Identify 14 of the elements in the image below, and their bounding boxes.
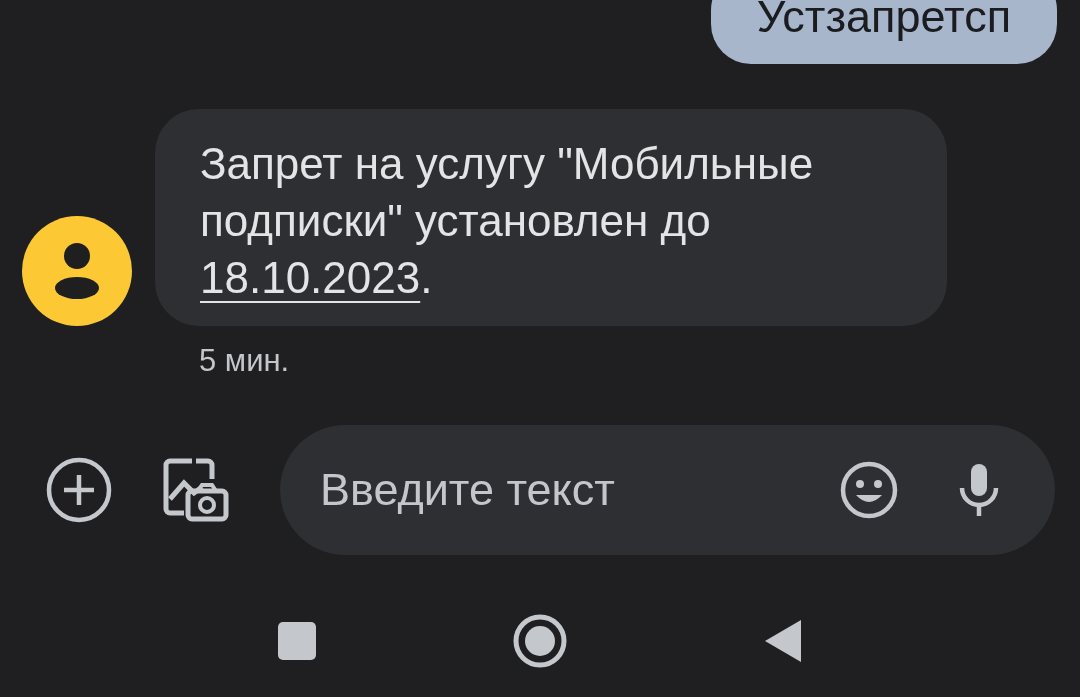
gallery-icon[interactable] [162,456,230,523]
received-message: Запрет на услугу "Мобильные подписки" установлен до 18.10.2023. [200,138,815,304]
home-icon[interactable] [512,612,568,669]
message-field[interactable]: Введите текст [320,455,840,524]
avatar[interactable] [22,216,132,326]
recents-icon[interactable] [277,620,317,661]
add-icon[interactable] [46,456,112,523]
emoji-icon[interactable] [840,460,898,519]
sent-message: Устзапретсп [710,0,1057,64]
date-link[interactable]: 18.10.2023 [200,253,421,302]
message-composer[interactable]: Введите текст [280,424,1055,555]
microphone-icon[interactable] [958,461,1000,518]
message-time: 5 мин. [199,342,290,380]
back-icon[interactable] [763,617,803,664]
